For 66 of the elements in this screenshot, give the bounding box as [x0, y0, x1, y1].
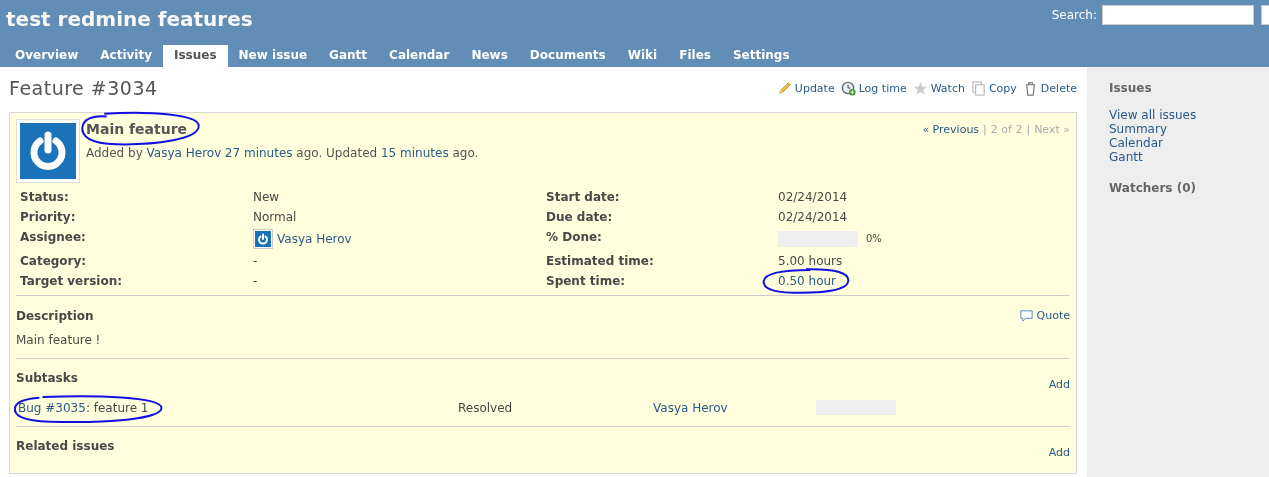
issue-subject: Main feature — [86, 121, 188, 137]
field-value: 5.00 hours — [778, 253, 843, 269]
subtask-link[interactable]: Bug #3035 — [18, 400, 86, 415]
menu-tab[interactable]: Calendar — [378, 45, 461, 67]
menu-tab[interactable]: Settings — [721, 45, 801, 67]
pager-position: 2 of 2 — [990, 122, 1023, 136]
field-value: Normal — [253, 209, 297, 225]
field-value: New — [253, 189, 280, 205]
field-label: Target version: — [20, 273, 124, 289]
menu-tab[interactable]: Issues — [163, 45, 228, 67]
field-value: 02/24/2014 — [778, 189, 848, 205]
sidebar-link[interactable]: Calendar — [1109, 136, 1197, 150]
menu-tab[interactable]: Overview — [4, 45, 90, 67]
action-link[interactable]: Update — [776, 80, 835, 96]
menu-tab[interactable]: New issue — [227, 45, 319, 67]
menu-tab[interactable]: Wiki — [616, 45, 669, 67]
menu-tab[interactable]: News — [460, 45, 519, 67]
assignee-link[interactable]: Vasya Herov — [653, 400, 728, 415]
sidebar-heading: Watchers (0) — [1109, 181, 1196, 195]
project-title: test redmine features — [6, 6, 253, 33]
pager-link[interactable]: « Previous — [922, 122, 980, 136]
progress-percent: 0% — [866, 232, 882, 246]
add-link[interactable]: Add — [1048, 446, 1070, 459]
menu-tab[interactable]: Activity — [89, 45, 163, 67]
section-heading: Related issues — [16, 439, 115, 453]
search-label: Search: — [1051, 8, 1097, 22]
field-label: % Done: — [546, 229, 603, 246]
field-value: 02/24/2014 — [778, 209, 848, 225]
field-label: Start date: — [546, 189, 621, 205]
sidebar-link[interactable]: View all issues — [1109, 108, 1197, 122]
menu-tab[interactable]: Gantt — [318, 45, 379, 67]
section-heading: Subtasks — [16, 371, 78, 385]
section-heading: Description — [16, 309, 94, 323]
quote-link[interactable]: Quote — [1018, 308, 1070, 323]
add-link[interactable]: Add — [1048, 378, 1070, 391]
author-link[interactable]: Vasya Herov — [146, 146, 222, 160]
author-link[interactable]: 27 minutes — [224, 146, 293, 160]
field-label: Category: — [20, 253, 88, 269]
field-label: Status: — [20, 189, 70, 205]
action-link[interactable]: Delete — [1022, 80, 1077, 96]
author-link[interactable]: 15 minutes — [380, 146, 449, 160]
description-text: Main feature ! — [16, 333, 102, 347]
field-label: Priority: — [20, 209, 77, 225]
pager-link: Next » — [1034, 122, 1070, 136]
author-line: Added by Vasya Herov 27 minutes ago. Updated 15 minutes ago. — [86, 146, 480, 160]
field-label: Spent time: — [546, 273, 627, 289]
field-label: Due date: — [546, 209, 614, 225]
subtask-title: Bug #3035: feature 1 — [18, 400, 149, 415]
sidebar-heading: Issues — [1109, 81, 1152, 95]
sidebar-link[interactable]: Summary — [1109, 122, 1197, 136]
assignee-link[interactable]: Vasya Herov — [277, 231, 352, 247]
action-link[interactable]: Watch — [912, 80, 965, 96]
action-link[interactable]: Log time — [840, 80, 907, 96]
menu-tab[interactable]: Documents — [518, 45, 617, 67]
sidebar-link[interactable]: Gantt — [1109, 150, 1197, 164]
menu-tab[interactable]: Files — [668, 45, 722, 67]
field-label: Estimated time: — [546, 253, 655, 269]
action-link[interactable]: Copy — [970, 80, 1017, 96]
field-link[interactable]: 0.50 hour — [778, 274, 837, 288]
pager-separator: | — [983, 122, 987, 136]
pager-separator: | — [1026, 122, 1031, 136]
field-label: Assignee: — [20, 229, 87, 246]
field-value: - — [253, 253, 258, 269]
issue-title: Feature #3034 — [9, 77, 158, 99]
field-value: - — [253, 273, 258, 289]
subtask-status: Resolved — [458, 400, 514, 415]
